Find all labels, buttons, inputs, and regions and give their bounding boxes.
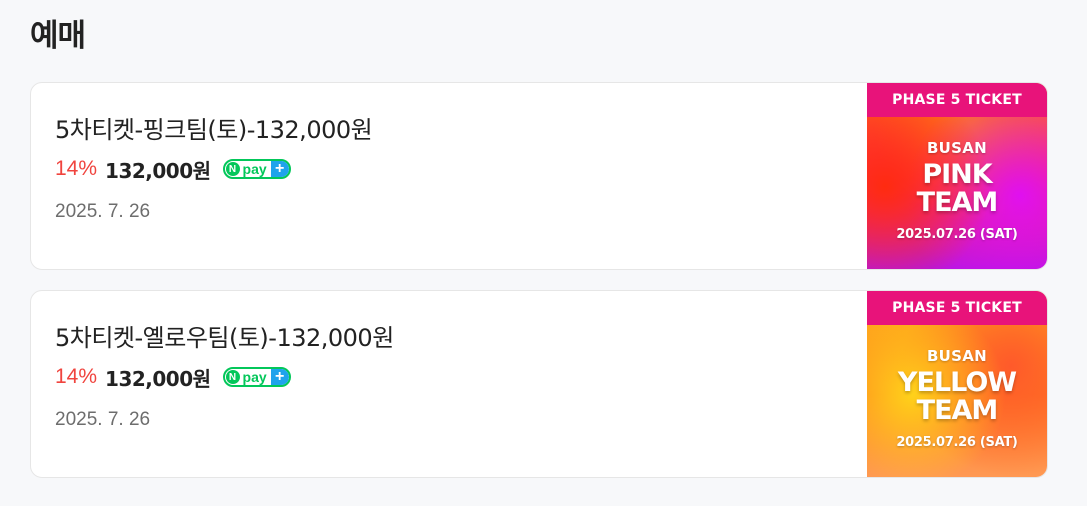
product-info: 5차티켓-옐로우팀(토)-132,000원 14% 132,000원 N pay… — [55, 323, 394, 431]
product-date: 2025. 7. 26 — [55, 201, 151, 222]
product-thumbnail[interactable]: PHASE 5 TICKET BUSAN YELLOW TEAM 2025.07… — [867, 291, 1047, 477]
npay-n-icon: N — [225, 162, 240, 176]
npay-plus-badge: N pay + — [222, 367, 291, 387]
thumbnail-team-line2: TEAM — [916, 187, 999, 218]
sale-price: 132,000원 — [105, 366, 211, 391]
section-title: 예매 — [30, 18, 86, 54]
thumbnail-team-name: PINK TEAM — [867, 161, 1047, 217]
price-row: 14% 132,000원 N pay + — [55, 157, 372, 183]
thumbnail-banner: PHASE 5 TICKET — [867, 83, 1047, 117]
sale-price: 132,000원 — [105, 158, 211, 183]
plus-icon: + — [270, 369, 289, 385]
npay-label: pay — [242, 369, 267, 385]
thumbnail-event-date: 2025.07.26 (SAT) — [896, 435, 1018, 450]
discount-rate: 14% — [55, 365, 98, 388]
product-card-pink-team[interactable]: 5차티켓-핑크팀(토)-132,000원 14% 132,000원 N pay … — [30, 82, 1048, 270]
product-info: 5차티켓-핑크팀(토)-132,000원 14% 132,000원 N pay … — [55, 115, 373, 223]
thumbnail-team-line1: PINK — [922, 159, 992, 190]
thumbnail-banner: PHASE 5 TICKET — [867, 291, 1047, 325]
thumbnail-city: BUSAN — [926, 347, 988, 365]
npay-plus-badge: N pay + — [222, 159, 291, 179]
discount-rate: 14% — [55, 157, 98, 180]
thumbnail-team-name: YELLOW TEAM — [867, 369, 1047, 425]
thumbnail-event-date: 2025.07.26 (SAT) — [896, 227, 1018, 242]
price-row: 14% 132,000원 N pay + — [55, 365, 394, 391]
product-title[interactable]: 5차티켓-옐로우팀(토)-132,000원 — [55, 323, 394, 353]
plus-icon: + — [270, 161, 289, 177]
npay-n-icon: N — [225, 370, 240, 384]
product-thumbnail[interactable]: PHASE 5 TICKET BUSAN PINK TEAM 2025.07.2… — [867, 83, 1047, 269]
npay-label: pay — [242, 161, 267, 177]
thumbnail-team-line1: YELLOW — [897, 367, 1017, 398]
thumbnail-city: BUSAN — [926, 139, 988, 157]
product-date: 2025. 7. 26 — [55, 409, 151, 430]
product-card-yellow-team[interactable]: 5차티켓-옐로우팀(토)-132,000원 14% 132,000원 N pay… — [30, 290, 1048, 478]
thumbnail-team-line2: TEAM — [916, 395, 999, 426]
product-title[interactable]: 5차티켓-핑크팀(토)-132,000원 — [55, 115, 373, 145]
